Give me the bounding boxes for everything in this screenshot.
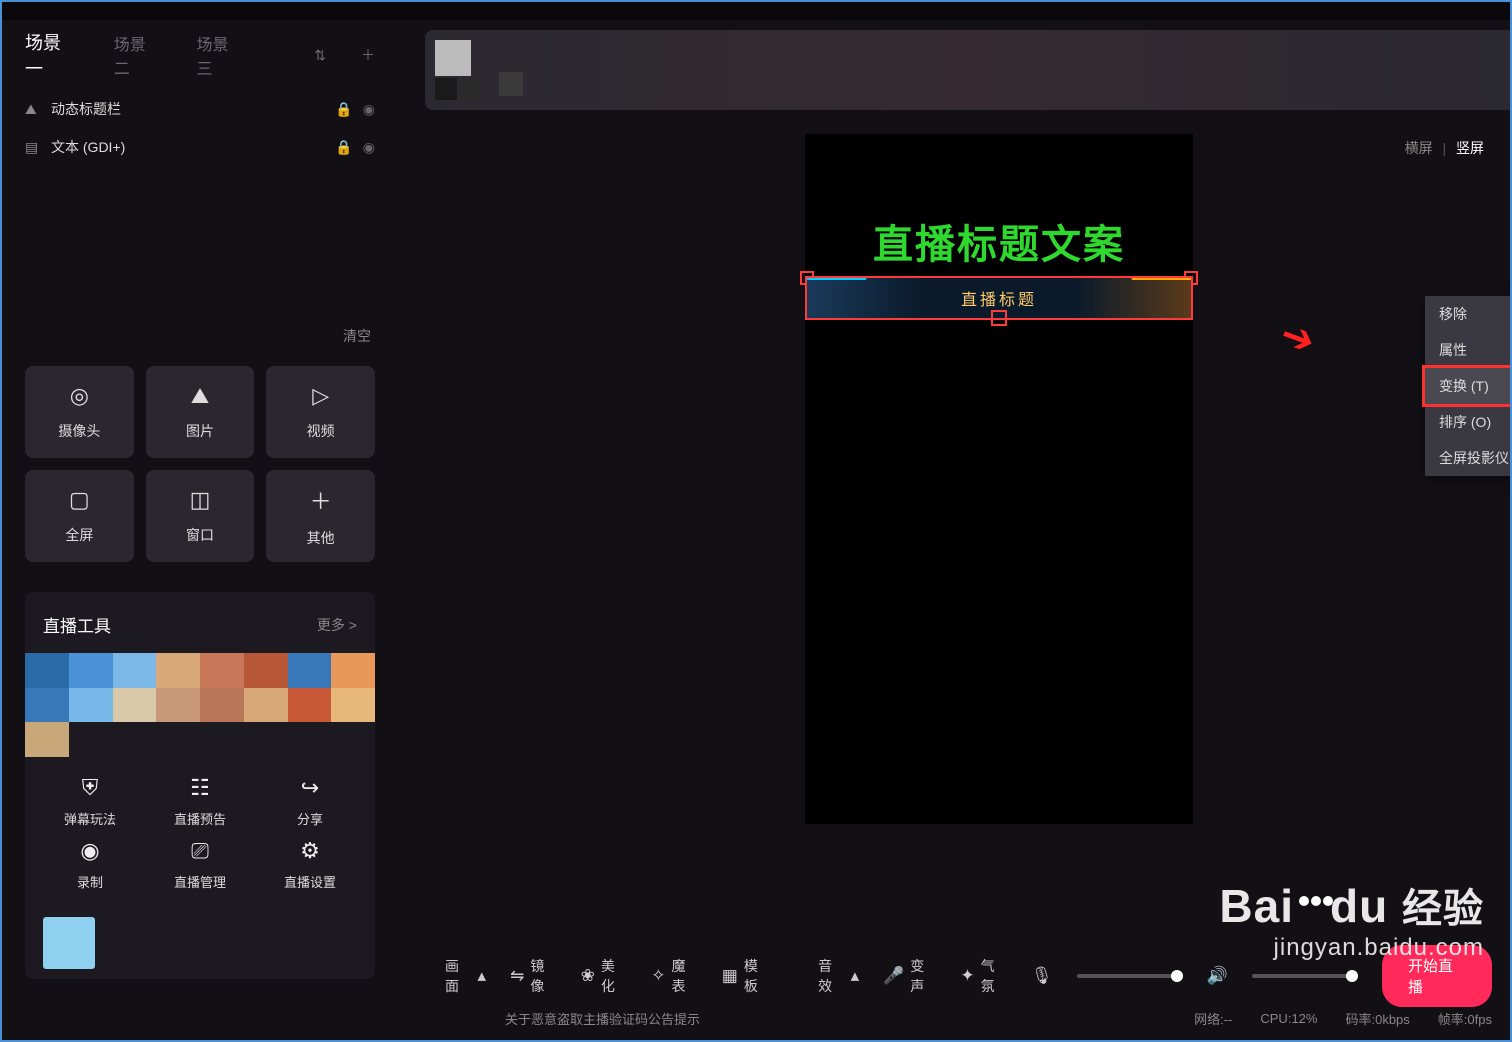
scene-sort-icon[interactable]: ⇅ [314, 47, 326, 64]
ctx-transform[interactable]: 变换 (T)▶ [1425, 368, 1512, 404]
add-image-button[interactable]: ⛰图片 [146, 366, 255, 458]
live-manage-button[interactable]: ⎚直播管理 [145, 838, 255, 891]
tools-title: 直播工具 [43, 612, 317, 637]
gear-icon: ⚙ [300, 838, 320, 864]
lock-icon[interactable]: 🔒 [335, 139, 352, 156]
mic-volume-slider[interactable] [1077, 974, 1183, 978]
voice-change-button[interactable]: 🎤变声 [883, 956, 936, 996]
ctx-fullscreen-projector[interactable]: 全屏投影仪(预览)▶ [1425, 440, 1512, 476]
scene-tab-1[interactable]: 场景一 [25, 29, 79, 81]
landscape-button[interactable]: 横屏 [1405, 140, 1433, 156]
add-window-button[interactable]: ◫窗口 [146, 470, 255, 562]
canvas-menu-button[interactable]: 画面▴ [445, 956, 486, 996]
beauty-button[interactable]: ❀美化 [581, 956, 628, 996]
clear-sources-button[interactable]: 清空 [25, 166, 375, 366]
magic-icon: ✧ [651, 966, 665, 986]
visibility-icon[interactable]: ◉ [363, 101, 375, 118]
header-bar [425, 30, 1512, 110]
manage-icon: ⎚ [191, 838, 209, 864]
add-camera-button[interactable]: ◎摄像头 [25, 366, 134, 458]
mic-button[interactable]: 🎙 [1031, 966, 1053, 986]
plus-icon: ＋ [310, 484, 332, 516]
source-type-icon: ▤ [25, 139, 41, 156]
thumbnail [459, 78, 481, 100]
source-name: 动态标题栏 [51, 99, 325, 119]
resize-handle-bottom[interactable] [991, 310, 1007, 326]
record-button[interactable]: ◉录制 [35, 838, 145, 891]
live-preview-button[interactable]: ☷直播预告 [145, 775, 255, 828]
live-settings-button[interactable]: ⚙直播设置 [255, 838, 365, 891]
camera-icon: ◎ [70, 383, 89, 409]
scene-add-icon[interactable]: ＋ [361, 45, 375, 65]
thumbnail [499, 72, 523, 96]
bitrate-status: 码率:0kbps [1345, 1009, 1409, 1028]
source-list: ⛰ 动态标题栏 🔒 ◉ ▤ 文本 (GDI+) 🔒 ◉ [25, 90, 375, 166]
share-button[interactable]: ↪分享 [255, 775, 365, 828]
orientation-toggle: 横屏 | 竖屏 [1405, 138, 1484, 158]
add-other-button[interactable]: ＋其他 [266, 470, 375, 562]
mirror-button[interactable]: ⇋镜像 [510, 956, 557, 996]
status-bar: 关于恶意盗取主播验证码公告提示 网络:-- CPU:12% 码率:0kbps 帧… [425, 1006, 1512, 1030]
video-icon: ▷ [312, 383, 329, 409]
scene-tab-3[interactable]: 场景三 [196, 31, 244, 79]
source-name: 文本 (GDI+) [51, 137, 325, 157]
title-banner-source[interactable]: 直播标题 [805, 276, 1193, 320]
source-button-grid: ◎摄像头 ⛰图片 ▷视频 ▢全屏 ◫窗口 ＋其他 [25, 366, 375, 562]
lock-icon[interactable]: 🔒 [335, 101, 352, 118]
chevron-up-icon: ▴ [478, 966, 487, 986]
portrait-button[interactable]: 竖屏 [1456, 140, 1484, 156]
add-video-button[interactable]: ▷视频 [266, 366, 375, 458]
portrait-preview[interactable]: 直播标题文案 直播标题 [805, 134, 1193, 824]
window-icon: ◫ [190, 487, 211, 513]
calendar-icon: ☷ [190, 775, 210, 801]
beauty-icon: ❀ [581, 966, 595, 986]
speaker-volume-slider[interactable] [1252, 974, 1358, 978]
add-fullscreen-button[interactable]: ▢全屏 [25, 470, 134, 562]
live-tools-panel: 直播工具 更多 > ⛨弹幕玩法 ☷直播预告 ↪分享 ◉录制 ⎚直播管理 ⚙直播设… [25, 592, 375, 979]
source-type-icon: ⛰ [25, 101, 41, 118]
scene-tab-2[interactable]: 场景二 [114, 31, 162, 79]
color-swatch [43, 917, 95, 969]
context-menu: 移除 属性 变换 (T)▶ 排序 (O)▶ 全屏投影仪(预览)▶ [1425, 296, 1512, 476]
avatar [435, 40, 471, 76]
template-icon: ▦ [722, 966, 738, 986]
chevron-up-icon: ▴ [851, 966, 860, 986]
cpu-status: CPU:12% [1260, 1011, 1317, 1026]
watermark: Baidu 经验 jingyan.baidu.com [1219, 876, 1484, 962]
atmosphere-button[interactable]: ✦气氛 [960, 956, 1007, 996]
shield-icon: ⛨ [82, 775, 99, 801]
speaker-button[interactable]: 🔊 [1207, 966, 1228, 986]
mic-icon: 🎙 [1031, 966, 1053, 986]
tools-more-button[interactable]: 更多 > [317, 615, 357, 635]
magic-button[interactable]: ✧魔表 [651, 956, 698, 996]
notice-link[interactable]: 关于恶意盗取主播验证码公告提示 [505, 1009, 700, 1028]
ctx-remove[interactable]: 移除 [1425, 296, 1512, 332]
danmu-play-button[interactable]: ⛨弹幕玩法 [35, 775, 145, 828]
fps-status: 帧率:0fps [1438, 1009, 1492, 1028]
scene-tabs: 场景一 场景二 场景三 ⇅ ＋ [25, 20, 375, 90]
thumbnail [435, 78, 457, 100]
source-item[interactable]: ⛰ 动态标题栏 🔒 ◉ [25, 90, 375, 128]
image-icon: ⛰ [191, 383, 209, 409]
net-status: 网络:-- [1194, 1009, 1232, 1028]
source-item[interactable]: ▤ 文本 (GDI+) 🔒 ◉ [25, 128, 375, 166]
ctx-order[interactable]: 排序 (O)▶ [1425, 404, 1512, 440]
color-palette [25, 653, 375, 757]
annotation-arrow-icon: ➔ [1274, 311, 1321, 366]
ctx-properties[interactable]: 属性 [1425, 332, 1512, 368]
share-icon: ↪ [301, 775, 319, 801]
sparkle-icon: ✦ [960, 966, 974, 986]
visibility-icon[interactable]: ◉ [363, 139, 375, 156]
sidebar: 场景一 场景二 场景三 ⇅ ＋ ⛰ 动态标题栏 🔒 ◉ ▤ 文本 (GDI+) … [0, 20, 400, 1042]
template-button[interactable]: ▦模板 [722, 956, 770, 996]
speaker-icon: 🔊 [1207, 966, 1228, 986]
banner-label: 直播标题 [961, 286, 1037, 310]
record-icon: ◉ [80, 838, 99, 864]
mirror-icon: ⇋ [510, 966, 524, 986]
stream-title-text[interactable]: 直播标题文案 [805, 212, 1193, 270]
monitor-icon: ▢ [69, 487, 90, 513]
sfx-button[interactable]: 音效▴ [818, 956, 859, 996]
voice-icon: 🎤 [883, 966, 904, 986]
content-area: 横屏 | 竖屏 直播标题文案 直播标题 ➔ 移除 属性 变换 (T)▶ 排序 (… [400, 20, 1512, 1042]
